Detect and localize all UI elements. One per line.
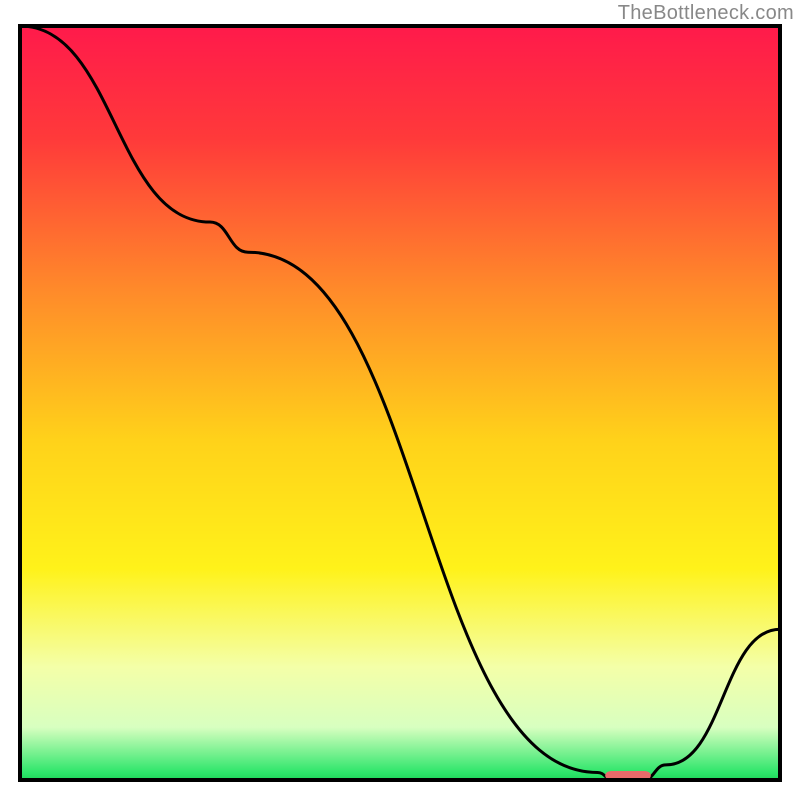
gradient-background bbox=[20, 26, 780, 780]
chart-container: TheBottleneck.com bbox=[0, 0, 800, 800]
watermark-text: TheBottleneck.com bbox=[618, 2, 794, 25]
bottleneck-chart bbox=[0, 0, 800, 800]
